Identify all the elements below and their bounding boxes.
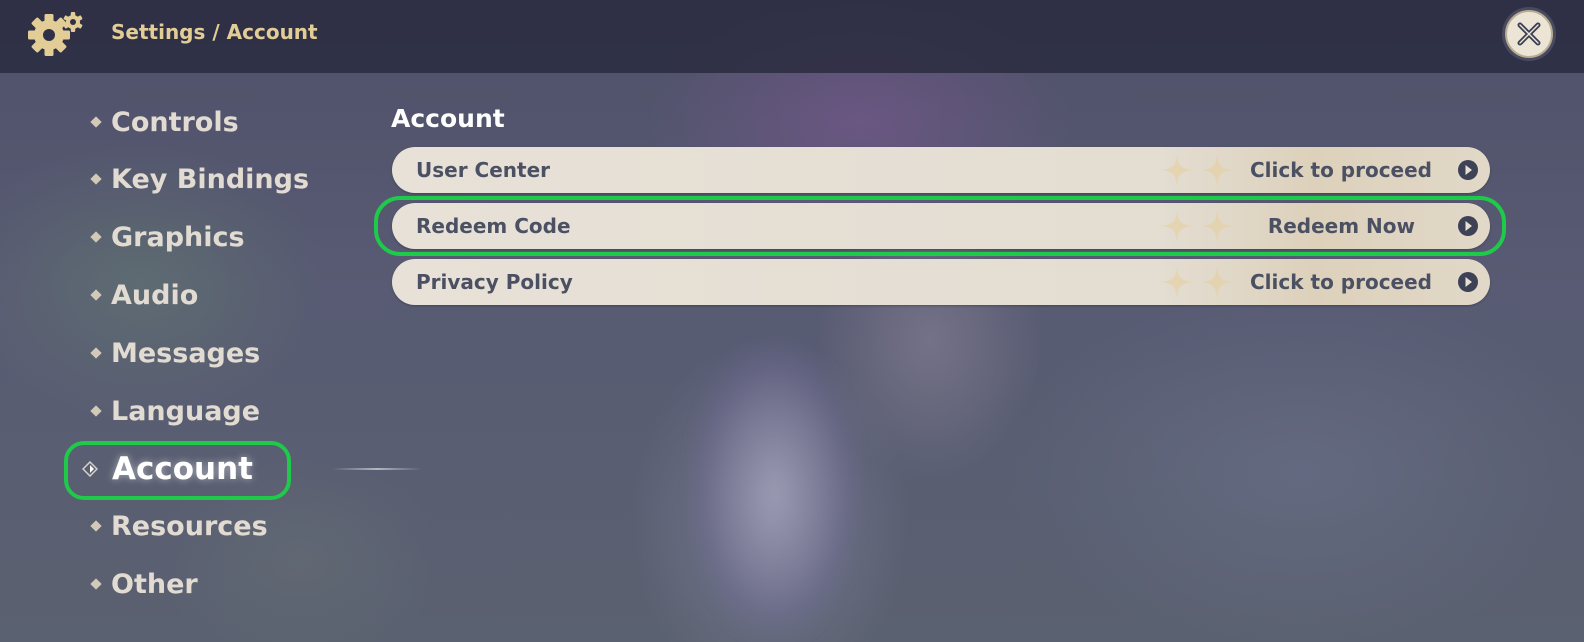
- arrow-right-icon: [1458, 272, 1478, 292]
- close-icon: [1517, 22, 1541, 46]
- sparkle-icon: [1200, 265, 1234, 299]
- privacy-policy-row[interactable]: Privacy Policy Click to proceed: [392, 259, 1490, 305]
- diamond-bullet-icon: [90, 405, 102, 417]
- sidebar-item-audio[interactable]: Audio: [88, 275, 198, 315]
- user-center-row[interactable]: User Center Click to proceed: [392, 147, 1490, 193]
- sidebar-item-account[interactable]: Account: [82, 449, 422, 489]
- sidebar-item-messages[interactable]: Messages: [88, 333, 260, 373]
- sparkle-icon: [1200, 209, 1234, 243]
- sparkle-icon: [1200, 153, 1234, 187]
- sidebar-item-label: Audio: [111, 279, 199, 311]
- sidebar-item-label: Controls: [111, 106, 239, 138]
- sidebar-item-controls[interactable]: Controls: [88, 102, 239, 142]
- row-label: Redeem Code: [416, 214, 571, 238]
- diamond-bullet-icon: [90, 116, 102, 128]
- sparkle-icon: [1160, 153, 1194, 187]
- header-bar: Settings / Account: [0, 0, 1584, 73]
- sidebar-item-label: Other: [111, 568, 198, 600]
- diamond-bullet-icon: [90, 578, 102, 590]
- sidebar-item-label: Account: [112, 451, 253, 487]
- arrow-right-icon: [1458, 160, 1478, 180]
- breadcrumb: Settings / Account: [111, 20, 318, 44]
- diamond-bullet-icon: [90, 173, 102, 185]
- diamond-bullet-icon: [90, 520, 102, 532]
- row-action: Click to proceed: [1250, 158, 1432, 182]
- sidebar-item-key-bindings[interactable]: Key Bindings: [88, 159, 309, 199]
- diamond-bullet-icon: [90, 289, 102, 301]
- selection-glow: [332, 468, 422, 470]
- sidebar-item-language[interactable]: Language: [88, 391, 260, 431]
- sidebar-item-resources[interactable]: Resources: [88, 506, 268, 546]
- diamond-bullet-icon: [90, 231, 102, 243]
- selected-diamond-icon: [82, 461, 98, 477]
- row-label: Privacy Policy: [416, 270, 573, 294]
- close-button[interactable]: [1505, 10, 1553, 58]
- sparkle-icon: [1160, 265, 1194, 299]
- sidebar-item-label: Messages: [111, 337, 261, 369]
- sidebar-item-other[interactable]: Other: [88, 564, 198, 604]
- section-title: Account: [391, 104, 505, 133]
- background-scene: [690, 340, 860, 640]
- sidebar-item-graphics[interactable]: Graphics: [88, 217, 245, 257]
- row-label: User Center: [416, 158, 551, 182]
- sidebar-item-label: Graphics: [111, 221, 245, 253]
- sidebar-item-label: Key Bindings: [111, 163, 310, 195]
- sparkle-icon: [1160, 209, 1194, 243]
- row-action: Redeem Now: [1267, 214, 1415, 238]
- sidebar-item-label: Language: [111, 395, 261, 427]
- row-action: Click to proceed: [1250, 270, 1432, 294]
- gear-icon: [28, 12, 83, 56]
- arrow-right-icon: [1458, 216, 1478, 236]
- sidebar-item-label: Resources: [111, 510, 268, 542]
- diamond-bullet-icon: [90, 347, 102, 359]
- redeem-code-row[interactable]: Redeem Code Redeem Now: [392, 203, 1490, 249]
